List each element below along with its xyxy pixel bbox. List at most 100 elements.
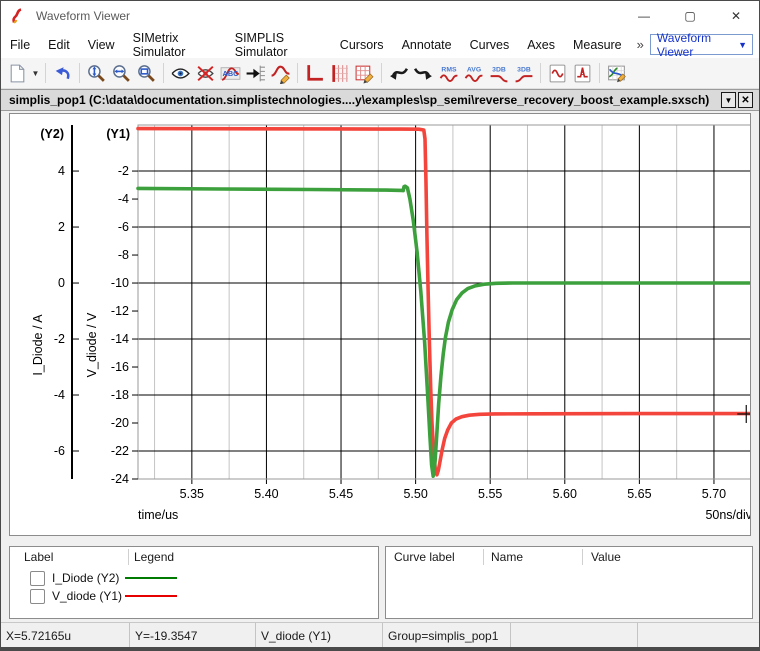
zoom-y-button[interactable]: [84, 60, 109, 86]
maximize-icon: ▢: [684, 9, 695, 23]
maximize-button[interactable]: ▢: [667, 1, 713, 31]
y2-tick-label: 0: [58, 276, 65, 290]
impulse-page-button[interactable]: [570, 60, 595, 86]
eye-crossed-icon: [195, 63, 216, 84]
x-axis-title: time/us: [138, 508, 178, 522]
menu-item-annotate[interactable]: Annotate: [393, 34, 461, 56]
legend-row: V_diode (Y1): [10, 587, 378, 605]
waveform-plot[interactable]: 5.355.405.455.505.555.605.655.70420-2-4-…: [10, 114, 750, 535]
waveform-page-button[interactable]: [545, 60, 570, 86]
x-axis-scale-note: 50ns/div: [705, 508, 750, 522]
zoom-vertical-icon: [86, 63, 107, 84]
y1-axis-title: V_diode / V: [85, 312, 99, 377]
multi-curve-pencil-icon: [606, 63, 628, 84]
3db-lowpass-button[interactable]: 3DB: [486, 60, 511, 86]
status-segment: V_diode (Y1): [256, 623, 383, 648]
rms-button[interactable]: RMS: [436, 60, 461, 86]
3db-highpass-button[interactable]: 3DB: [511, 60, 536, 86]
zoom-x-button[interactable]: [109, 60, 134, 86]
new-plot-button[interactable]: [5, 60, 30, 86]
grid-axis-icon: [329, 63, 350, 84]
legend-row: I_Diode (Y2): [10, 569, 378, 587]
edit-curves-button[interactable]: [604, 60, 629, 86]
curve-pencil-icon: [270, 63, 291, 84]
add-axis-button[interactable]: [302, 60, 327, 86]
title-bar: Waveform Viewer — ▢ ✕: [1, 1, 759, 31]
curve-arrow-right-icon: [413, 63, 434, 84]
legend-line: [125, 595, 177, 597]
svg-text:3DB: 3DB: [517, 66, 531, 73]
zoom-horizontal-icon: [111, 63, 132, 84]
menu-item-view[interactable]: View: [79, 34, 124, 56]
menu-overflow-chevron[interactable]: »: [631, 37, 650, 52]
minimize-icon: —: [638, 9, 650, 23]
close-button[interactable]: ✕: [713, 1, 759, 31]
new-page-icon: [7, 63, 28, 84]
x-tick-label: 5.35: [180, 487, 204, 501]
curve-checkbox[interactable]: [30, 571, 45, 586]
zoom-box-button[interactable]: [134, 60, 159, 86]
y2-tick-label: 2: [58, 220, 65, 234]
move-to-axis-button[interactable]: [243, 60, 268, 86]
chart-panel: 5.355.405.455.505.555.605.655.70420-2-4-…: [9, 113, 751, 536]
menu-item-curves[interactable]: Curves: [461, 34, 519, 56]
curve-V_diode[interactable]: [138, 129, 750, 475]
menu-item-measure[interactable]: Measure: [564, 34, 631, 56]
y2-tick-label: 4: [58, 164, 65, 178]
viewer-selector[interactable]: Waveform Viewer ▼: [650, 34, 753, 55]
grid-pencil-icon: [354, 63, 375, 84]
legend-column-legend: Legend: [134, 547, 174, 567]
curve-arrow-left-button[interactable]: [386, 60, 411, 86]
status-segment: Y=-19.3547: [130, 623, 256, 648]
curve-arrow-right-button[interactable]: [411, 60, 436, 86]
status-segment: X=5.72165u: [1, 623, 130, 648]
svg-text:ABC: ABC: [223, 69, 240, 78]
hide-curve-button[interactable]: [193, 60, 218, 86]
svg-text:RMS: RMS: [441, 66, 457, 73]
menu-item-file[interactable]: File: [1, 34, 39, 56]
minimize-button[interactable]: —: [621, 1, 667, 31]
avg-button[interactable]: AVG: [461, 60, 486, 86]
app-logo-icon: [10, 8, 26, 24]
y1-tick-label: -12: [111, 304, 129, 318]
new-plot-dropdown-button[interactable]: ▼: [30, 60, 41, 86]
show-curve-button[interactable]: [168, 60, 193, 86]
edit-curve-button[interactable]: [268, 60, 293, 86]
curve-I_Diode[interactable]: [138, 186, 750, 476]
add-grid-axis-button[interactable]: [327, 60, 352, 86]
chevron-down-icon: ▼: [725, 96, 733, 105]
arrow-to-axis-icon: [245, 63, 266, 84]
x-tick-label: 5.55: [478, 487, 502, 501]
menu-item-axes[interactable]: Axes: [518, 34, 564, 56]
menu-item-edit[interactable]: Edit: [39, 34, 79, 56]
y1-tick-label: -18: [111, 388, 129, 402]
tab-dropdown-button[interactable]: ▼: [721, 92, 736, 108]
menu-item-cursors[interactable]: Cursors: [331, 34, 393, 56]
status-segment: [511, 623, 638, 648]
y2-tick-label: -4: [54, 388, 65, 402]
status-bar: X=5.72165uY=-19.3547V_diode (Y1)Group=si…: [1, 622, 759, 648]
tab-close-button[interactable]: ✕: [738, 92, 753, 108]
values-column-name: Name: [491, 547, 523, 567]
curve-checkbox[interactable]: [30, 589, 45, 604]
x-tick-label: 5.70: [702, 487, 726, 501]
eye-icon: [170, 63, 191, 84]
y1-tick-label: -22: [111, 444, 129, 458]
x-tick-label: 5.60: [553, 487, 577, 501]
curve-label: I_Diode (Y2): [52, 571, 119, 585]
axis-icon: [304, 63, 325, 84]
curve-arrow-left-icon: [388, 63, 409, 84]
edit-grid-button[interactable]: [352, 60, 377, 86]
y2-axis-title: I_Diode / A: [31, 314, 45, 376]
values-panel: Curve label Name Value: [385, 546, 753, 619]
waveform-viewer-window: Waveform Viewer — ▢ ✕ FileEditViewSIMetr…: [0, 0, 760, 651]
undo-button[interactable]: [50, 60, 75, 86]
rms-icon: RMS: [438, 63, 460, 84]
viewer-selector-value: Waveform Viewer: [657, 31, 731, 59]
y1-tick-label: -14: [111, 332, 129, 346]
y1-tick-label: -20: [111, 416, 129, 430]
curve-labels-button[interactable]: ABC: [218, 60, 243, 86]
y2-tick-label: -6: [54, 444, 65, 458]
y1-tick-label: -6: [118, 220, 129, 234]
zoom-box-icon: [136, 63, 157, 84]
